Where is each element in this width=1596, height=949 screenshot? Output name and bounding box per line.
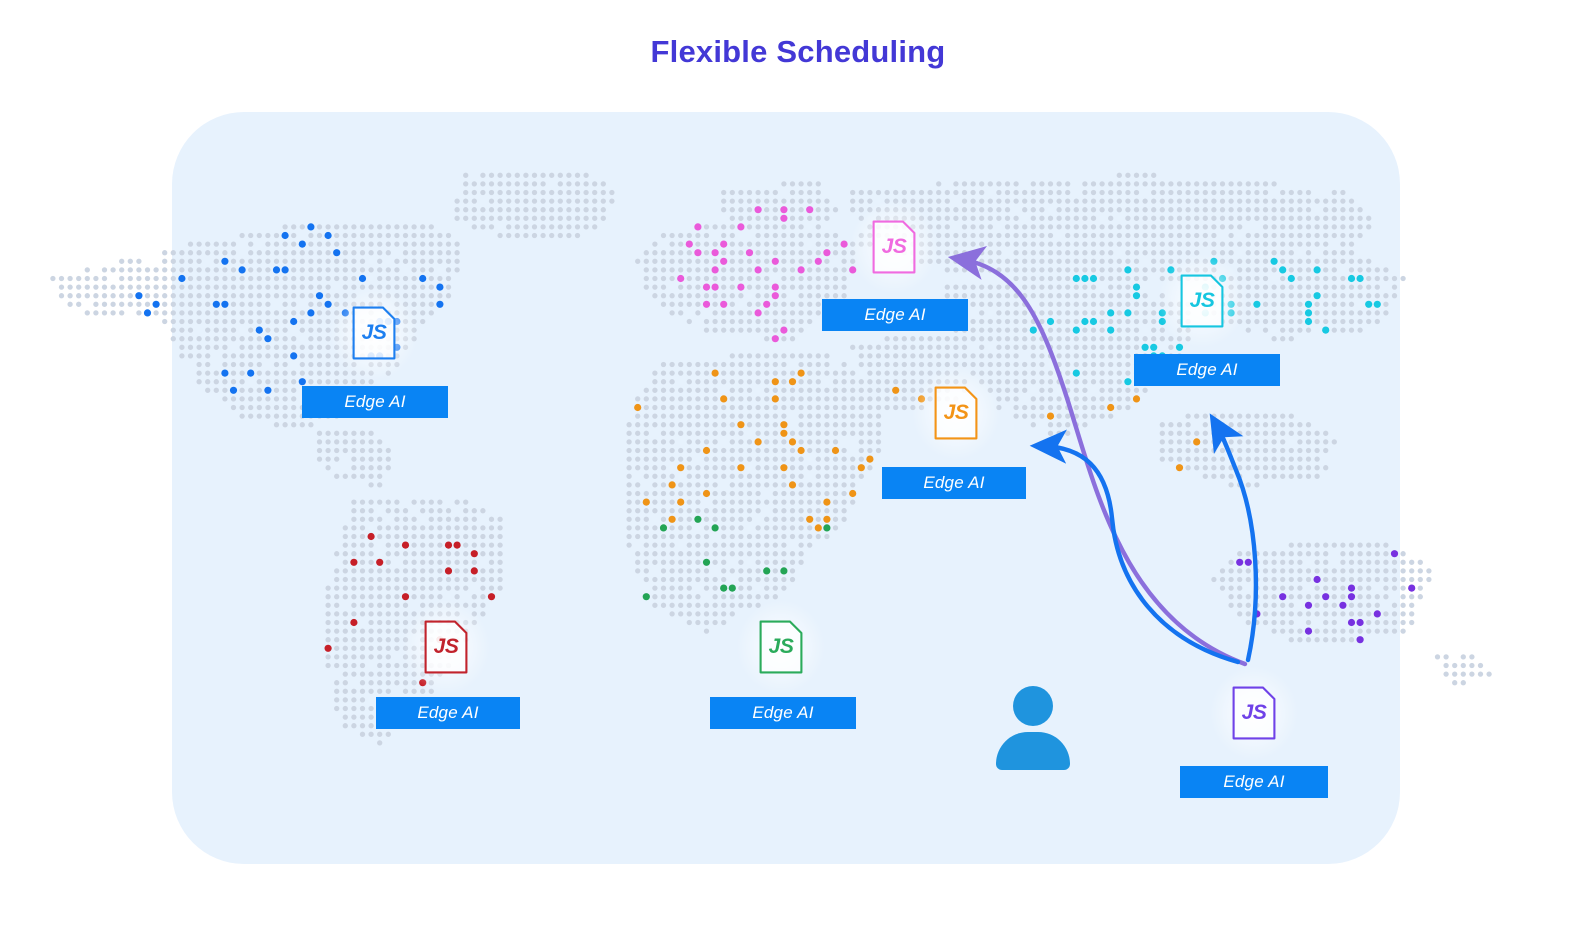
js-label-europe: JS xyxy=(881,234,907,258)
js-label-asia: JS xyxy=(1189,288,1215,312)
avatar-head-icon xyxy=(1013,686,1053,726)
slide-canvas: Flexible Scheduling JS Edge AI JS Edge AI JS… xyxy=(0,0,1596,944)
js-file-icon-africa-middle-east: JS xyxy=(912,366,1000,460)
user-avatar xyxy=(996,686,1070,770)
edge-ai-chip-asia[interactable]: Edge AI xyxy=(1134,354,1280,386)
region-marker-layer: JS Edge AI JS Edge AI JS Edge AI JS Edge AI JS Ed… xyxy=(0,0,1596,944)
js-label-africa-south: JS xyxy=(768,634,794,658)
js-label-africa-middle-east: JS xyxy=(943,400,969,424)
js-file-icon-europe: JS xyxy=(850,200,938,294)
js-file-icon-south-america: JS xyxy=(402,600,490,694)
js-file-icon-oceania: JS xyxy=(1210,666,1298,760)
js-label-oceania: JS xyxy=(1241,700,1267,724)
js-label-south-america: JS xyxy=(433,634,459,658)
edge-ai-chip-north-america[interactable]: Edge AI xyxy=(302,386,448,418)
js-file-icon-africa-south: JS xyxy=(737,600,825,694)
edge-ai-chip-africa-south[interactable]: Edge AI xyxy=(710,697,856,729)
js-file-icon-north-america: JS xyxy=(330,286,418,380)
edge-ai-chip-europe[interactable]: Edge AI xyxy=(822,299,968,331)
edge-ai-chip-africa-middle-east[interactable]: Edge AI xyxy=(882,467,1026,499)
edge-ai-chip-oceania[interactable]: Edge AI xyxy=(1180,766,1328,798)
edge-ai-chip-south-america[interactable]: Edge AI xyxy=(376,697,520,729)
js-file-icon-asia: JS xyxy=(1158,254,1246,348)
avatar-body-icon xyxy=(996,732,1070,770)
js-label-north-america: JS xyxy=(361,320,387,344)
